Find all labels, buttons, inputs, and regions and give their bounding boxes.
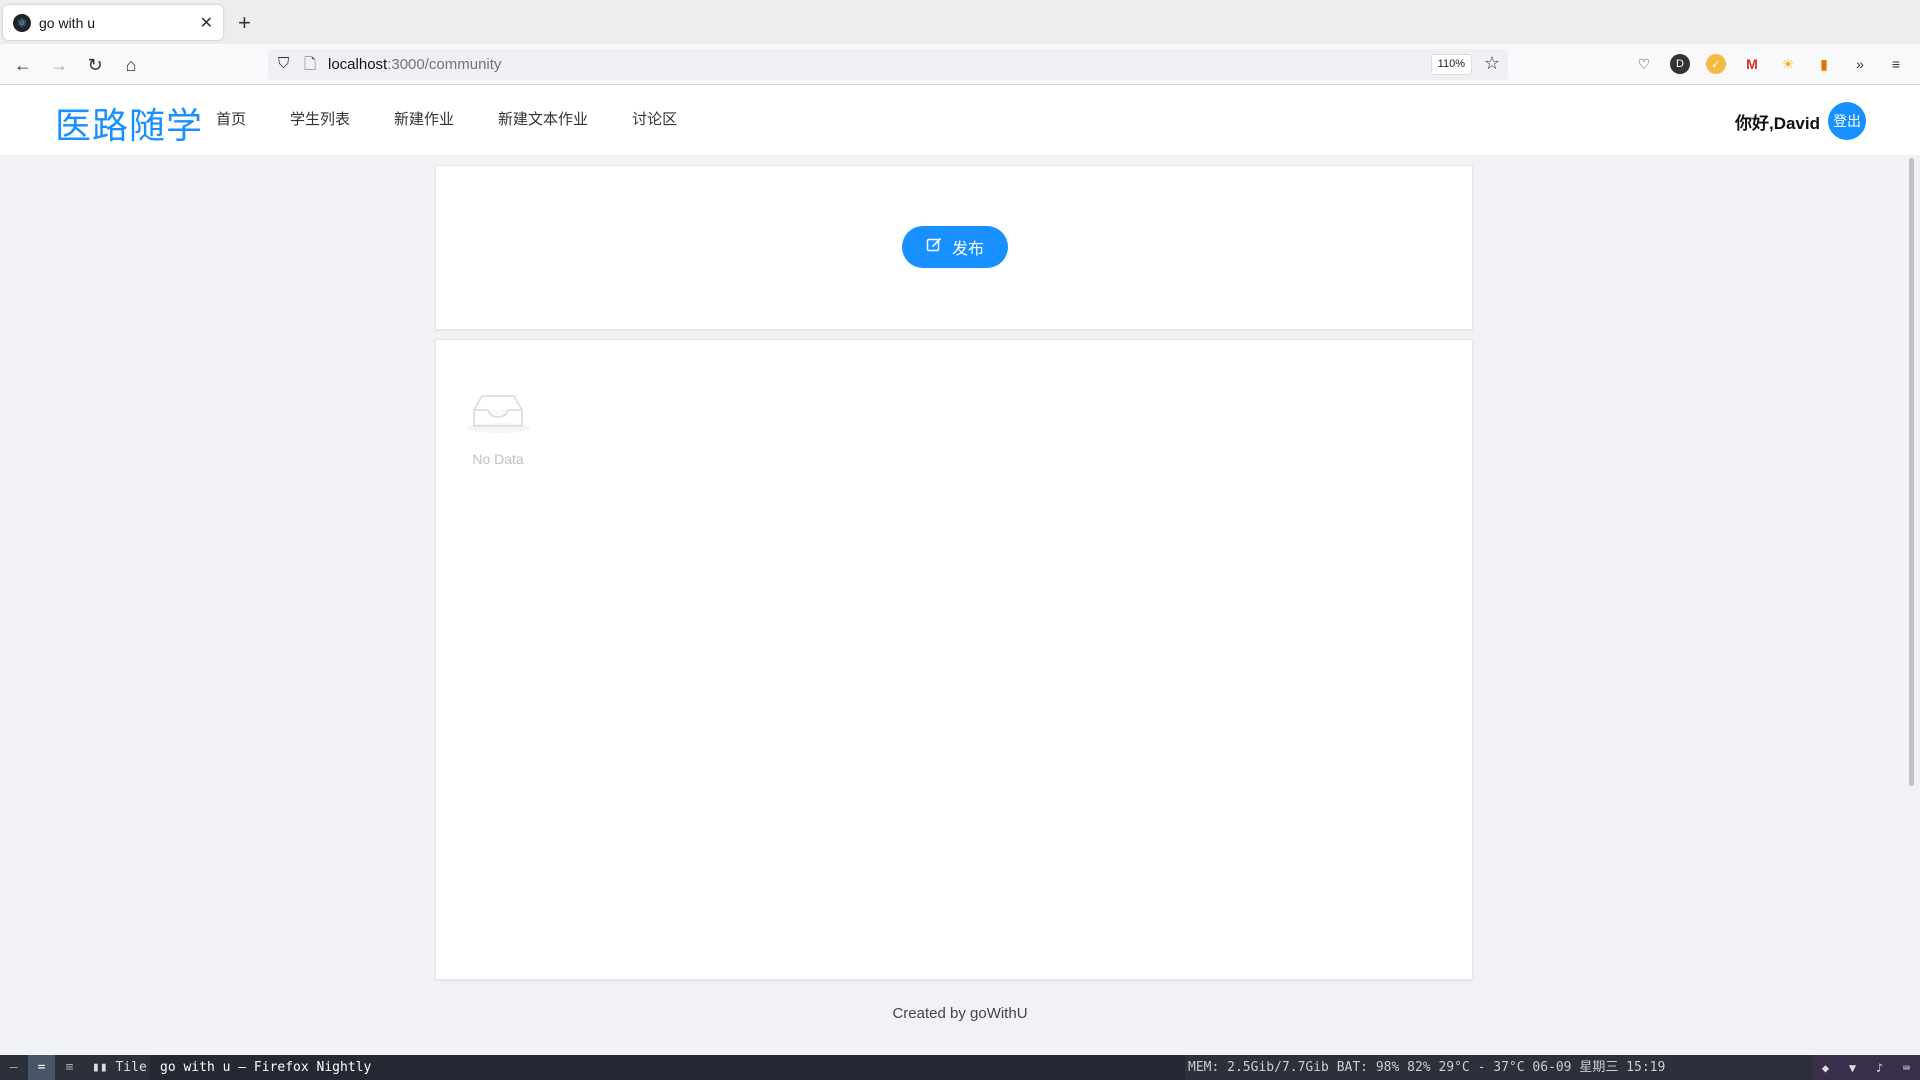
system-status: MEM: 2.5Gib/7.7Gib BAT: 98% 82% 29°C - 3… <box>1188 1055 1666 1080</box>
url-text[interactable]: localhost:3000/community <box>328 56 501 73</box>
empty-text: No Data <box>472 451 524 467</box>
user-greeting: 你好,David <box>1734 114 1820 133</box>
keyboard-icon[interactable]: ⌨ <box>1893 1055 1920 1080</box>
sun-extension-icon[interactable]: ☀ <box>1778 54 1798 74</box>
publish-button[interactable]: 发布 <box>902 226 1008 268</box>
edit-icon <box>926 237 942 258</box>
volume-icon[interactable]: ♪ <box>1866 1055 1893 1080</box>
shield-icon[interactable]: ⛉ <box>278 55 289 72</box>
page: 医路随学 首页 学生列表 新建作业 新建文本作业 讨论区 你好,David 登出… <box>0 85 1920 1055</box>
menu-item-home[interactable]: 首页 <box>194 85 268 155</box>
desktop-taskbar: – = ≡ ▮▮ Tile go with u — Firefox Nightl… <box>0 1055 1920 1080</box>
publish-label: 发布 <box>951 241 984 258</box>
react-favicon-icon: ⚛ <box>13 13 31 32</box>
workspace-1[interactable]: – <box>0 1055 27 1080</box>
browser-tab[interactable]: ⚛ go with u ✕ <box>3 5 223 40</box>
zoom-level[interactable]: 110% <box>1430 54 1472 75</box>
layout-indicator[interactable]: ▮▮ Tile <box>92 1055 147 1080</box>
empty-inbox-icon <box>466 395 530 433</box>
back-icon[interactable]: ← <box>10 52 36 78</box>
page-info-icon[interactable]: 🗋 <box>304 54 316 79</box>
url-path: :3000/community <box>387 56 502 73</box>
pocket-icon[interactable]: ♡ <box>1634 54 1654 74</box>
wifi-icon[interactable]: ▼ <box>1839 1055 1866 1080</box>
extension-orange-icon[interactable]: ✓ <box>1706 54 1726 74</box>
active-window-title[interactable]: go with u — Firefox Nightly <box>150 1055 1185 1080</box>
browser-toolbar: ← → ↻ ⌂ ⛉ 🗋 localhost:3000/community 110… <box>0 44 1920 85</box>
menu-item-new-assignment[interactable]: 新建作业 <box>372 85 476 155</box>
extension-d-icon[interactable]: D <box>1670 54 1690 74</box>
hamburger-menu-icon[interactable]: ≡ <box>1886 54 1906 74</box>
more-extensions-icon[interactable]: » <box>1850 54 1870 74</box>
main-menu: 首页 学生列表 新建作业 新建文本作业 讨论区 <box>194 85 699 155</box>
tray-app-icon[interactable]: ◆ <box>1812 1055 1839 1080</box>
empty-state: No Data <box>462 390 534 467</box>
menu-item-student-list[interactable]: 学生列表 <box>268 85 372 155</box>
menu-item-discussion[interactable]: 讨论区 <box>610 85 699 155</box>
workspace-3[interactable]: ≡ <box>56 1055 83 1080</box>
home-icon[interactable]: ⌂ <box>118 52 144 78</box>
workspace-2[interactable]: = <box>28 1055 55 1080</box>
close-tab-icon[interactable]: ✕ <box>200 13 213 33</box>
forward-icon[interactable]: → <box>46 52 72 78</box>
browser-tab-bar: ⚛ go with u ✕ + <box>0 0 1920 44</box>
page-scrollbar[interactable] <box>1909 158 1914 786</box>
post-list-card: No Data <box>435 339 1473 980</box>
url-bar[interactable]: ⛉ 🗋 localhost:3000/community 110% ☆ <box>268 49 1508 80</box>
logout-button[interactable]: 登出 <box>1828 102 1866 140</box>
publish-card: 发布 <box>435 165 1473 330</box>
bookmark-star-icon[interactable]: ☆ <box>1484 53 1500 74</box>
extension-bottle-icon[interactable]: ▮ <box>1814 54 1834 74</box>
site-header: 医路随学 首页 学生列表 新建作业 新建文本作业 讨论区 你好,David 登出 <box>0 85 1920 155</box>
gmail-icon[interactable]: M <box>1742 54 1762 74</box>
site-logo[interactable]: 医路随学 <box>55 97 203 149</box>
tab-title: go with u <box>39 14 96 31</box>
url-host: localhost <box>328 56 388 73</box>
reload-icon[interactable]: ↻ <box>82 52 108 78</box>
layout-label: Tile <box>115 1060 147 1075</box>
footer: Created by goWithU <box>892 1005 1028 1022</box>
menu-item-new-text-assignment[interactable]: 新建文本作业 <box>476 85 610 155</box>
new-tab-button[interactable]: + <box>238 10 251 36</box>
tile-layout-icon: ▮▮ <box>92 1060 116 1075</box>
